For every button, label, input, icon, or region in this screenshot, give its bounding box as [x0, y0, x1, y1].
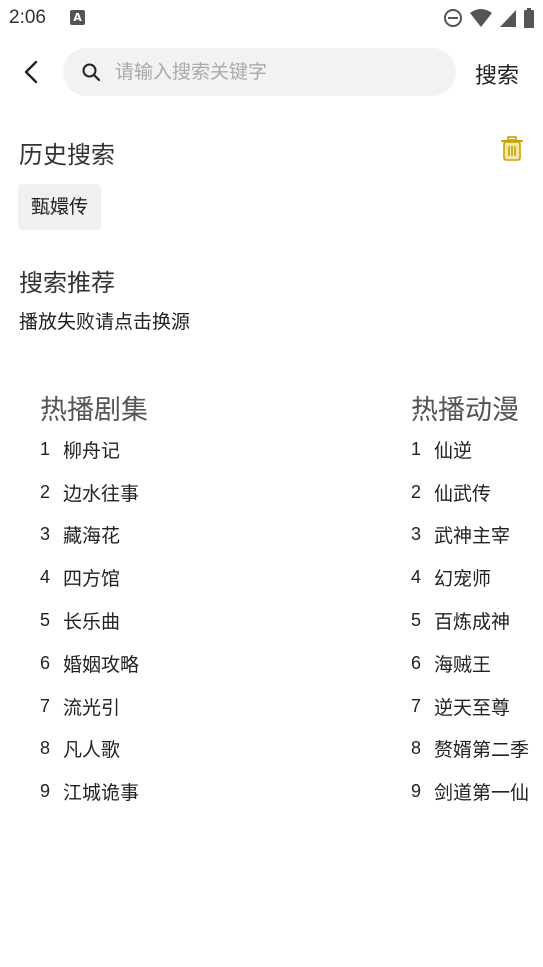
hot-list-dramas: 热播剧集 1 柳舟记 2 边水往事 3 藏海花 4 四方馆 5 长乐曲 6 婚姻攻略 7 流光… — [40, 388, 380, 813]
battery-icon — [524, 8, 534, 28]
trash-icon — [501, 136, 523, 161]
rank-number: 5 — [411, 610, 422, 631]
list-item[interactable]: 2 边水往事 — [40, 471, 380, 514]
item-title: 海贼王 — [434, 653, 492, 676]
rank-number: 3 — [411, 524, 422, 545]
list-item[interactable]: 4 四方馆 — [40, 556, 380, 599]
history-title: 历史搜索 — [19, 141, 115, 169]
do-not-disturb-icon — [444, 9, 462, 27]
list-item[interactable]: 6 婚姻攻略 — [40, 642, 380, 685]
status-bar: 2:06 A — [0, 0, 543, 36]
item-title: 长乐曲 — [63, 611, 121, 634]
rank-number: 8 — [40, 738, 51, 759]
notification-a-icon: A — [70, 10, 85, 25]
rank-number: 4 — [411, 567, 422, 588]
list-item[interactable]: 9 江城诡事 — [40, 770, 380, 813]
rank-number: 1 — [411, 438, 422, 459]
status-icons — [443, 8, 535, 28]
history-tag[interactable]: 甄嬛传 — [18, 184, 102, 230]
search-button[interactable]: 搜索 — [475, 58, 519, 90]
item-title: 柳舟记 — [63, 439, 121, 462]
list-item[interactable]: 3 藏海花 — [40, 514, 380, 557]
item-title: 逆天至尊 — [434, 696, 511, 719]
list-item[interactable]: 8 凡人歌 — [40, 728, 380, 771]
item-title: 仙逆 — [434, 439, 473, 462]
item-title: 武神主宰 — [434, 525, 511, 548]
item-title: 婚姻攻略 — [63, 653, 140, 676]
item-title: 剑道第一仙 — [434, 782, 530, 805]
item-title: 赘婿第二季 — [434, 739, 530, 762]
list-item[interactable]: 5 百炼成神 — [411, 599, 543, 642]
hot-list-anime: 热播动漫 1 仙逆 2 仙武传 3 武神主宰 4 幻宠师 5 百炼成神 6 海贼王 7 逆天至… — [411, 388, 543, 813]
list-item[interactable]: 6 海贼王 — [411, 642, 543, 685]
search-input[interactable] — [115, 54, 435, 90]
rank-number: 4 — [40, 567, 51, 588]
list-item[interactable]: 5 长乐曲 — [40, 599, 380, 642]
list-item[interactable]: 2 仙武传 — [411, 471, 543, 514]
rank-number: 8 — [411, 738, 422, 759]
rank-number: 1 — [40, 438, 51, 459]
rank-number: 3 — [40, 524, 51, 545]
item-title: 边水往事 — [63, 482, 140, 505]
item-title: 凡人歌 — [63, 739, 121, 762]
item-title: 四方馆 — [63, 568, 121, 591]
list-item[interactable]: 7 流光引 — [40, 685, 380, 728]
recommend-note[interactable]: 播放失败请点击换源 — [19, 307, 190, 334]
list-item[interactable]: 4 幻宠师 — [411, 556, 543, 599]
wifi-icon — [470, 9, 492, 27]
item-title: 仙武传 — [434, 482, 492, 505]
item-title: 藏海花 — [63, 525, 121, 548]
list-item[interactable]: 7 逆天至尊 — [411, 685, 543, 728]
hot-list-items: 1 仙逆 2 仙武传 3 武神主宰 4 幻宠师 5 百炼成神 6 海贼王 7 逆天至尊 8 赘婿… — [411, 428, 543, 813]
recommend-title: 搜索推荐 — [19, 269, 115, 297]
list-item[interactable]: 9 剑道第一仙 — [411, 770, 543, 813]
list-item[interactable]: 1 柳舟记 — [40, 428, 380, 471]
signal-icon — [500, 10, 516, 27]
item-title: 流光引 — [63, 696, 121, 719]
item-title: 百炼成神 — [434, 611, 511, 634]
list-item[interactable]: 8 赘婿第二季 — [411, 728, 543, 771]
chevron-left-icon — [24, 60, 38, 84]
clear-history-button[interactable] — [500, 136, 524, 162]
status-time: 2:06 — [9, 7, 46, 28]
rank-number: 9 — [40, 781, 51, 802]
search-box[interactable] — [63, 48, 456, 96]
rank-number: 2 — [40, 481, 51, 502]
back-button[interactable] — [16, 56, 48, 88]
hot-list-title: 热播剧集 — [40, 395, 148, 426]
rank-number: 7 — [411, 695, 422, 716]
rank-number: 9 — [411, 781, 422, 802]
rank-number: 2 — [411, 481, 422, 502]
list-item[interactable]: 1 仙逆 — [411, 428, 543, 471]
list-item[interactable]: 3 武神主宰 — [411, 514, 543, 557]
rank-number: 5 — [40, 610, 51, 631]
hot-list-title: 热播动漫 — [411, 395, 519, 426]
search-header: 搜索 — [0, 46, 543, 98]
hot-list-items: 1 柳舟记 2 边水往事 3 藏海花 4 四方馆 5 长乐曲 6 婚姻攻略 7 流光引 8 凡人… — [40, 428, 380, 813]
item-title: 江城诡事 — [63, 782, 140, 805]
rank-number: 6 — [40, 652, 51, 673]
rank-number: 6 — [411, 652, 422, 673]
item-title: 幻宠师 — [434, 568, 492, 591]
search-icon — [82, 63, 101, 82]
rank-number: 7 — [40, 695, 51, 716]
